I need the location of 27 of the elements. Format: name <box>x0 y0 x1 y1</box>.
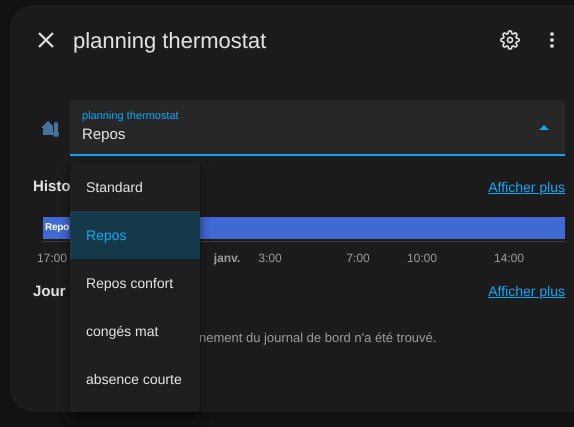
settings-icon <box>500 30 520 50</box>
axis-label: 7:00 <box>346 250 370 266</box>
select-label: planning thermostat <box>82 108 180 124</box>
history-title: Histo <box>33 177 70 197</box>
show-more-link[interactable]: Afficher plus <box>488 281 565 302</box>
axis-label: 17:00 <box>36 250 68 266</box>
dropdown-arrow-icon <box>539 124 549 130</box>
menu-item[interactable]: absence courte <box>70 355 200 403</box>
more-icon <box>550 32 554 48</box>
menu-item[interactable]: congés mat <box>70 307 200 355</box>
select-field[interactable]: planning thermostat Repos <box>70 100 565 156</box>
home-thermometer-icon <box>41 119 61 137</box>
axis-label: janv. <box>214 250 240 266</box>
axis-label: 14:00 <box>494 250 524 266</box>
empty-logbook-message: nement du journal de bord n'a été trouvé. <box>199 329 438 347</box>
show-more-link[interactable]: Afficher plus <box>488 176 565 198</box>
menu-item[interactable]: Repos confort <box>70 259 200 307</box>
settings-button[interactable] <box>498 28 522 52</box>
axis-label: 3:00 <box>258 250 282 266</box>
menu-item[interactable]: Repos <box>70 211 200 259</box>
select-value: Repos <box>82 125 126 145</box>
dialog-title: planning thermostat <box>73 26 268 55</box>
axis-label: 10:00 <box>406 250 438 266</box>
close-icon <box>38 32 54 48</box>
menu-item[interactable]: Standard <box>70 163 200 211</box>
logbook-title: Jour <box>33 282 66 302</box>
bar-label: Repo <box>45 221 69 235</box>
